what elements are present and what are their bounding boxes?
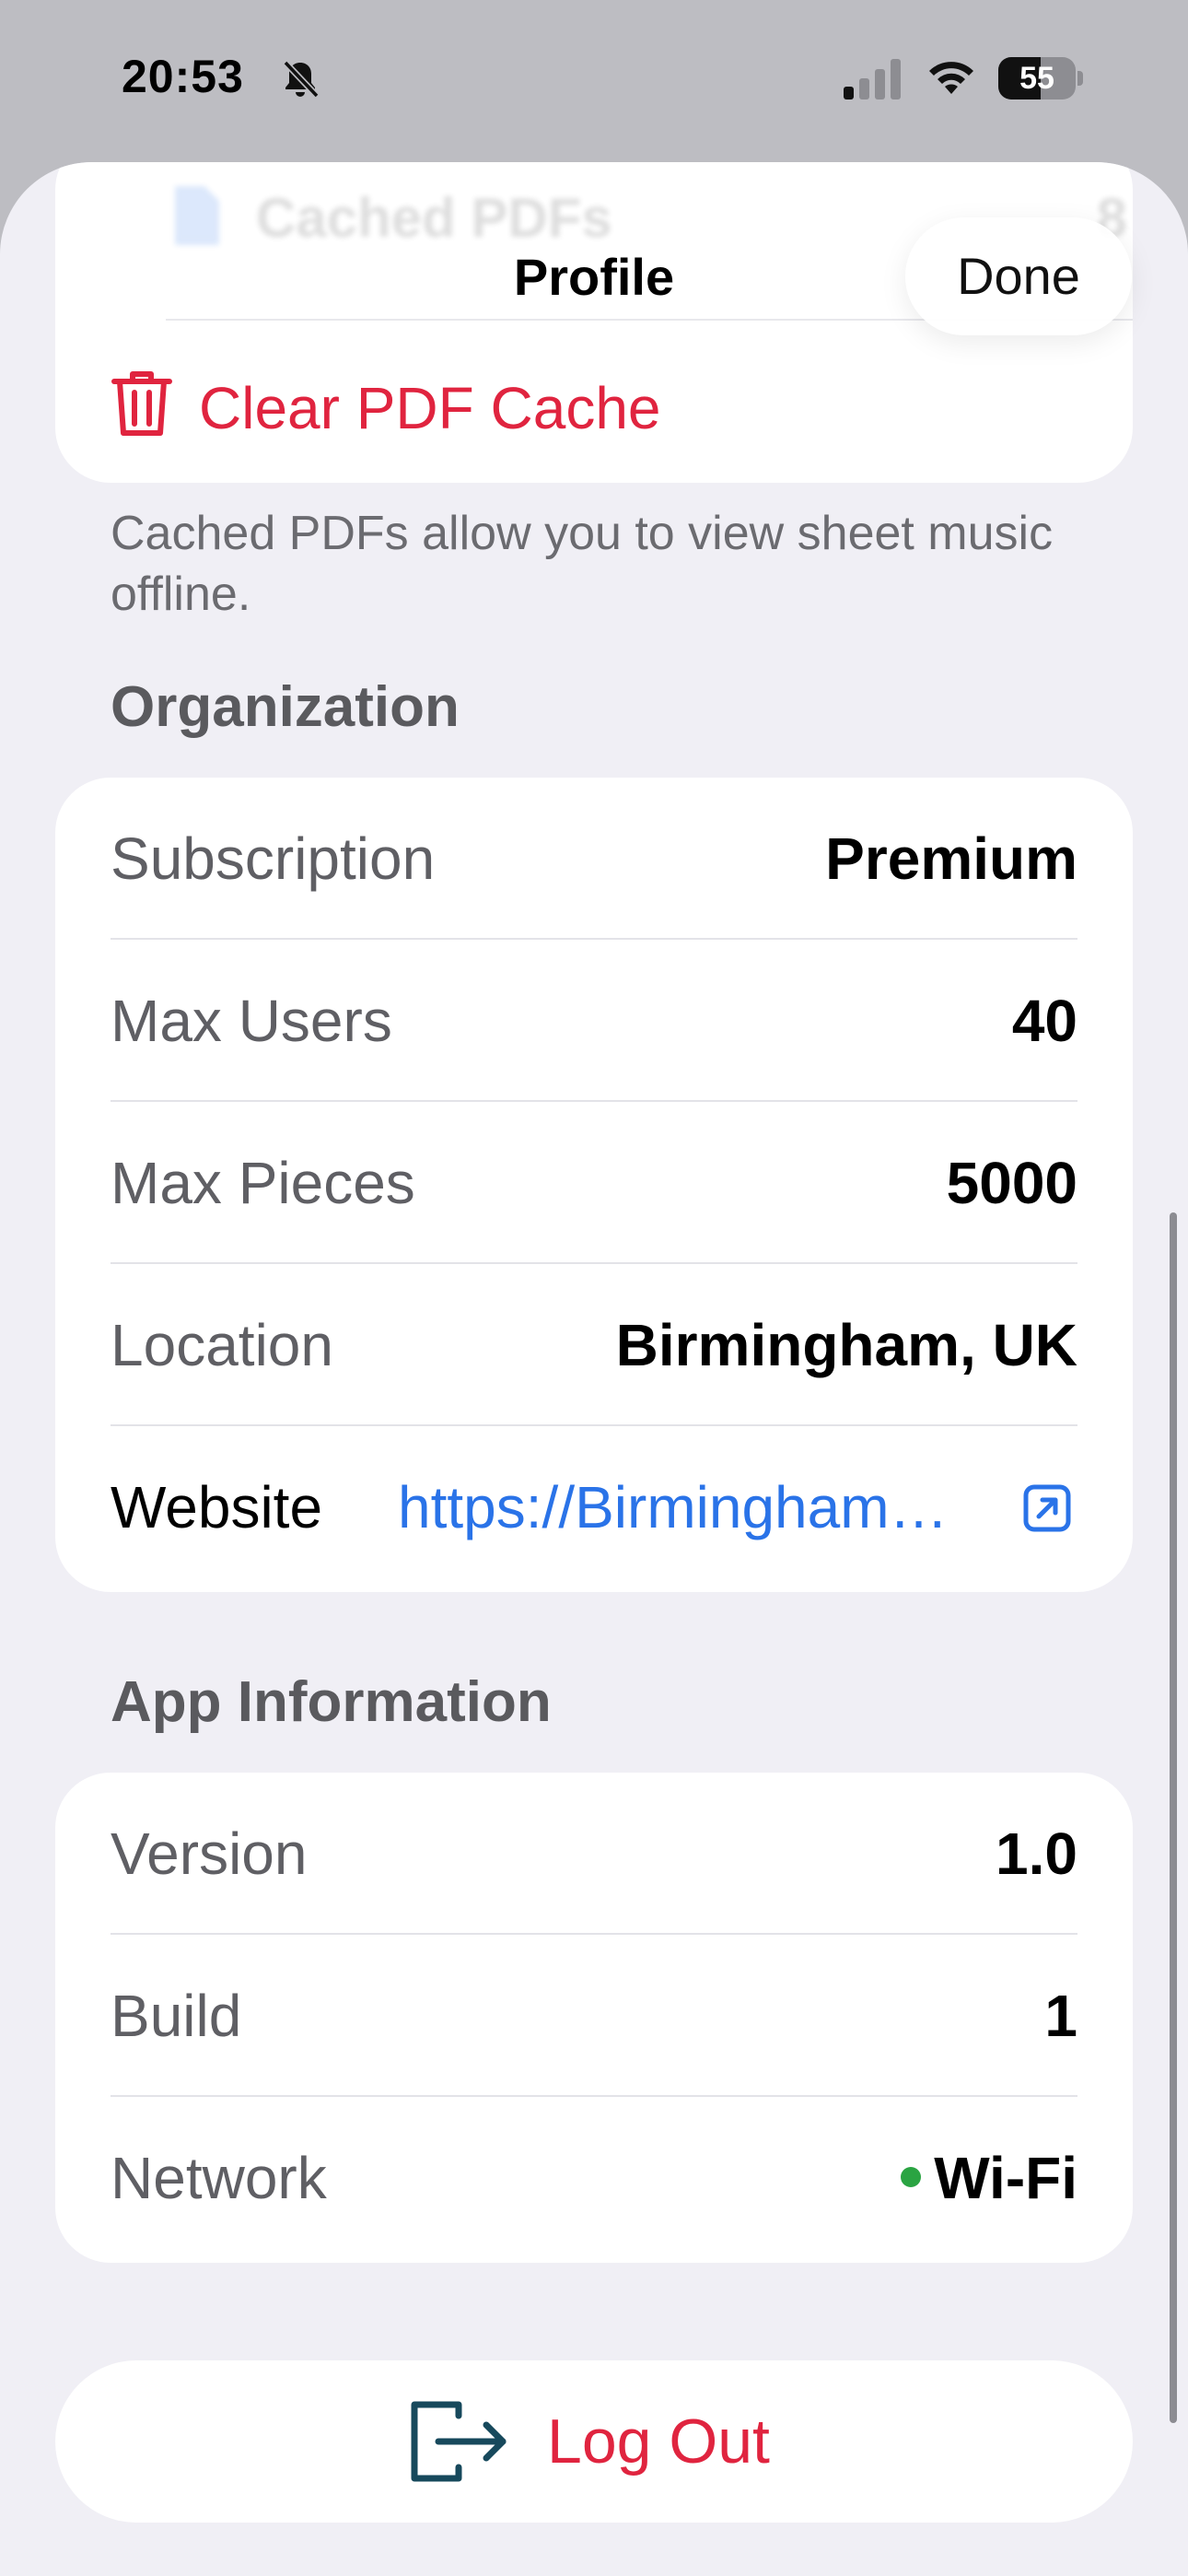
clear-pdf-cache-label: Clear PDF Cache bbox=[199, 375, 661, 441]
website-label: Website bbox=[111, 1474, 323, 1540]
wifi-icon bbox=[929, 62, 973, 94]
network-row: Network Wi-Fi bbox=[55, 2097, 1133, 2259]
max-pieces-label: Max Pieces bbox=[111, 1150, 415, 1216]
build-label: Build bbox=[111, 1983, 242, 2049]
version-value: 1.0 bbox=[996, 1821, 1077, 1887]
scrollbar[interactable] bbox=[1170, 1212, 1177, 2423]
max-pieces-row: Max Pieces 5000 bbox=[55, 1102, 1133, 1264]
website-row[interactable]: Website https://Birmingham… bbox=[55, 1426, 1133, 1588]
location-label: Location bbox=[111, 1312, 333, 1378]
log-out-label: Log Out bbox=[547, 2406, 770, 2476]
cache-footer-note: Cached PDFs allow you to view sheet musi… bbox=[111, 507, 1054, 621]
cached-pdfs-label: Cached PDFs bbox=[256, 187, 612, 249]
organization-card: Subscription Premium Max Users 40 Max Pi… bbox=[55, 778, 1133, 1592]
version-row: Version 1.0 bbox=[55, 1773, 1133, 1935]
done-button[interactable]: Done bbox=[905, 217, 1132, 335]
build-value: 1 bbox=[1044, 1983, 1077, 2049]
app-information-card: Version 1.0 Build 1 Network Wi-Fi bbox=[55, 1773, 1133, 2263]
external-link-icon[interactable] bbox=[1022, 1483, 1072, 1533]
battery-percent: 55 bbox=[1019, 61, 1054, 96]
location-row: Location Birmingham, UK bbox=[55, 1264, 1133, 1426]
location-value: Birmingham, UK bbox=[615, 1312, 1077, 1378]
bell-slash-icon bbox=[283, 60, 320, 99]
document-icon bbox=[175, 186, 219, 245]
network-label: Network bbox=[111, 2145, 327, 2211]
network-status-dot bbox=[901, 2167, 922, 2188]
status-time: 20:53 bbox=[122, 51, 244, 102]
version-label: Version bbox=[111, 1821, 308, 1887]
app-information-header: App Information bbox=[111, 1670, 552, 1734]
status-bar: 20:53 55 bbox=[0, 0, 1188, 162]
clear-pdf-cache-button[interactable]: Clear PDF Cache bbox=[55, 346, 1133, 463]
log-out-button[interactable]: Log Out bbox=[55, 2360, 1133, 2523]
max-users-value: 40 bbox=[1011, 988, 1077, 1054]
website-link[interactable]: https://Birmingham… bbox=[398, 1426, 1046, 1588]
subscription-row: Subscription Premium bbox=[55, 778, 1133, 940]
network-status: Wi-Fi bbox=[901, 2097, 1077, 2259]
subscription-value: Premium bbox=[825, 825, 1077, 892]
subscription-label: Subscription bbox=[111, 825, 436, 892]
max-pieces-value: 5000 bbox=[946, 1150, 1077, 1216]
cellular-signal-icon bbox=[844, 59, 901, 100]
trash-icon bbox=[111, 371, 172, 436]
max-users-label: Max Users bbox=[111, 988, 392, 1054]
build-row: Build 1 bbox=[55, 1935, 1133, 2097]
max-users-row: Max Users 40 bbox=[55, 940, 1133, 1102]
network-value: Wi-Fi bbox=[934, 2145, 1077, 2211]
profile-sheet: Cached PDFs 8 Profile Done Clear PDF Cac… bbox=[0, 162, 1188, 2576]
logout-icon bbox=[411, 2401, 507, 2482]
organization-header: Organization bbox=[111, 675, 460, 739]
battery-icon: 55 bbox=[998, 57, 1083, 100]
